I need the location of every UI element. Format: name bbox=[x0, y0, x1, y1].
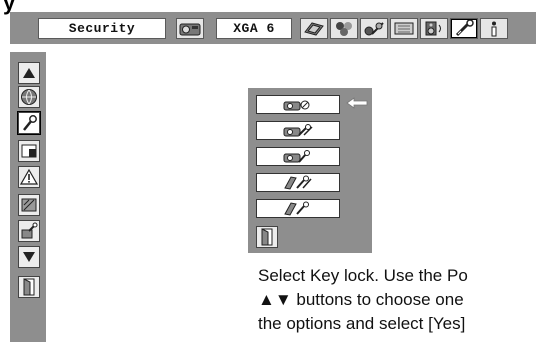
menu-title-security: Security bbox=[38, 18, 166, 39]
menu-mode-label: XGA 6 bbox=[216, 18, 292, 39]
filter-icon[interactable] bbox=[18, 194, 40, 216]
instruction-line-1: Select Key lock. Use the Po bbox=[258, 266, 468, 285]
projector-lock-icon bbox=[281, 123, 315, 138]
setting-wrench-icon[interactable] bbox=[18, 112, 40, 134]
exit-door-icon[interactable] bbox=[18, 276, 40, 298]
submenu-item-remote-lock[interactable] bbox=[256, 199, 340, 218]
warning-icon[interactable] bbox=[18, 166, 40, 188]
information-icon[interactable] bbox=[480, 18, 508, 39]
submenu-item-lock-off[interactable] bbox=[256, 95, 340, 114]
down-arrow-icon[interactable] bbox=[18, 246, 40, 268]
submenu-item-projector-lock[interactable] bbox=[256, 121, 340, 140]
image-select-icon[interactable] bbox=[330, 18, 358, 39]
projector-key-lock-icon bbox=[281, 149, 315, 164]
image-adjust-icon[interactable] bbox=[360, 18, 388, 39]
exit-door-icon[interactable] bbox=[256, 226, 278, 248]
screen-icon[interactable] bbox=[390, 18, 418, 39]
submenu-item-remote-key-lock[interactable] bbox=[256, 173, 340, 192]
lock-off-icon bbox=[281, 97, 315, 112]
instruction-line-2: ▲▼ buttons to choose one bbox=[258, 290, 464, 309]
selection-pointer-icon bbox=[346, 97, 368, 109]
submenu-item-projector-key-lock[interactable] bbox=[256, 147, 340, 166]
setting-icon[interactable] bbox=[450, 18, 478, 39]
remote-key-lock-icon bbox=[281, 175, 315, 190]
key-lock-icon[interactable] bbox=[18, 220, 40, 242]
instruction-text: Select Key lock. Use the Po ▲▼ buttons t… bbox=[258, 264, 536, 336]
instruction-line-3: the options and select [Yes] bbox=[258, 314, 466, 333]
up-arrow-icon[interactable] bbox=[18, 62, 40, 84]
security-submenu bbox=[248, 88, 372, 253]
main-menu-sidebar bbox=[10, 52, 46, 342]
sound-icon[interactable] bbox=[420, 18, 448, 39]
projector-image-icon[interactable] bbox=[176, 18, 204, 39]
screen-adjust-icon[interactable] bbox=[18, 140, 40, 162]
pc-adjust-icon[interactable] bbox=[300, 18, 328, 39]
language-icon[interactable] bbox=[18, 86, 40, 108]
remote-lock-icon bbox=[281, 201, 315, 216]
top-menu-bar: Security XGA 6 bbox=[10, 12, 536, 44]
